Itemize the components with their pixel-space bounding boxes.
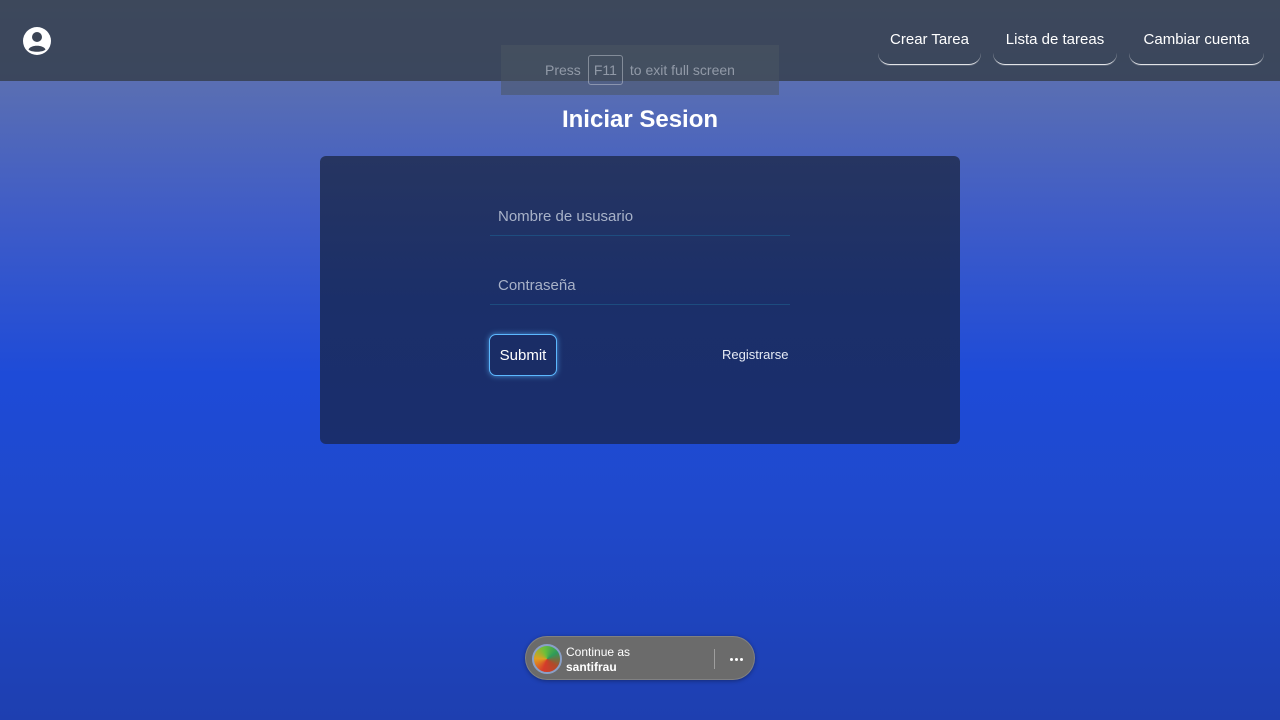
continue-as-label: Continue as bbox=[566, 645, 631, 659]
fullscreen-hint-suffix: to exit full screen bbox=[629, 62, 735, 78]
avatar bbox=[532, 644, 562, 674]
account-username: santifrau bbox=[566, 660, 617, 674]
more-horizontal-icon[interactable] bbox=[726, 649, 746, 669]
password-input[interactable] bbox=[490, 267, 790, 305]
nav-cambiar-cuenta-button[interactable]: Cambiar cuenta bbox=[1129, 17, 1264, 65]
nav-cambiar-cuenta-label: Cambiar cuenta bbox=[1143, 31, 1250, 48]
f11-key: F11 bbox=[587, 55, 623, 85]
nav-crear-tarea-button[interactable]: Crear Tarea bbox=[878, 17, 981, 65]
fullscreen-hint-prefix: Press bbox=[545, 62, 581, 78]
username-input[interactable] bbox=[490, 198, 790, 236]
submit-button[interactable]: Submit bbox=[489, 334, 557, 376]
account-circle-icon[interactable] bbox=[22, 26, 52, 56]
pill-divider bbox=[714, 649, 715, 669]
fullscreen-exit-hint: Press F11 to exit full screen bbox=[501, 45, 779, 95]
nav-lista-de-tareas-label: Lista de tareas bbox=[1005, 31, 1105, 48]
register-link[interactable]: Registrarse bbox=[722, 347, 788, 362]
nav-crear-tarea-label: Crear Tarea bbox=[890, 31, 969, 48]
continue-as-account-prompt[interactable]: Continue as santifrau bbox=[525, 636, 755, 680]
nav-lista-de-tareas-button[interactable]: Lista de tareas bbox=[993, 17, 1117, 65]
page-title: Iniciar Sesion bbox=[561, 106, 719, 133]
